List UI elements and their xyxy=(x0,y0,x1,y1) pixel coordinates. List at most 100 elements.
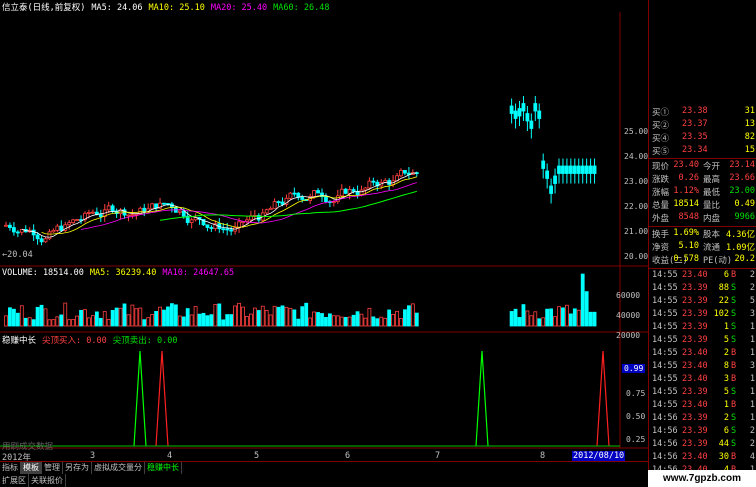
candle-body xyxy=(339,188,344,197)
extension-tab[interactable]: 扩展区 xyxy=(0,474,29,487)
volume-bar xyxy=(304,302,309,327)
candle-body xyxy=(130,214,135,217)
candle-body xyxy=(553,175,557,184)
stat-value: 23.40 xyxy=(673,160,699,170)
volume-bar xyxy=(391,313,396,327)
trade-volume: 44 xyxy=(718,439,729,449)
indicator-axis-label: 0.99 xyxy=(622,364,646,373)
candle-body xyxy=(110,205,115,212)
price-axis-label: 21.00 xyxy=(624,227,649,236)
stat-value: 1.09亿 xyxy=(726,243,755,253)
volume-bar xyxy=(375,318,380,327)
trade-time: 14:56 xyxy=(652,426,678,436)
trade-direction: B xyxy=(731,348,737,358)
volume-bar xyxy=(252,307,257,327)
ma60-label: MA60: 26.48 xyxy=(273,3,330,13)
volume-bar xyxy=(288,307,293,327)
trade-volume: 102 xyxy=(713,309,729,319)
stat-label: 净资 xyxy=(652,243,670,253)
volume-bar xyxy=(363,317,368,327)
trade-time: 14:55 xyxy=(652,322,678,332)
volume-bar xyxy=(300,306,305,327)
volume-bar xyxy=(118,307,123,327)
trade-time: 14:55 xyxy=(652,296,678,306)
volume-bar xyxy=(229,314,234,327)
volume-bar xyxy=(31,319,36,327)
trade-count: 2 xyxy=(749,426,755,436)
volume-ma5-label: MA5: 36239.40 xyxy=(89,268,157,278)
candle-body xyxy=(403,170,407,174)
stat-value: 1.12% xyxy=(673,186,699,196)
candle-body xyxy=(513,110,518,119)
trade-price: 23.39 xyxy=(682,309,708,319)
trade-price: 23.39 xyxy=(682,283,708,293)
candle-body xyxy=(15,231,20,234)
trade-price: 23.39 xyxy=(682,439,708,449)
volume-bar xyxy=(517,317,522,327)
volume-bar xyxy=(541,317,546,327)
date-axis-label: 7 xyxy=(435,451,441,461)
date-axis-label: 4 xyxy=(167,451,173,461)
trade-count: 3 xyxy=(749,309,755,319)
candle-body xyxy=(150,203,155,210)
volume-bar xyxy=(399,318,403,327)
candle-body xyxy=(568,165,573,174)
volume-bar xyxy=(79,309,83,327)
trade-time: 14:55 xyxy=(652,387,678,397)
trade-price: 23.40 xyxy=(682,452,708,462)
candle-body xyxy=(134,213,139,216)
volume-bar xyxy=(553,316,557,327)
volume-bar xyxy=(39,304,44,327)
volume-bar xyxy=(339,316,344,327)
trade-time: 14:55 xyxy=(652,270,678,280)
trade-volume: 2 xyxy=(723,348,729,358)
candle-body xyxy=(367,180,372,189)
trade-volume: 5 xyxy=(723,335,729,345)
candle-body xyxy=(572,165,577,174)
stat-label: 量比 xyxy=(703,201,721,211)
date-axis-label: 8 xyxy=(540,451,546,461)
trade-price: 23.40 xyxy=(682,361,708,371)
indicator-tab[interactable]: 管理 xyxy=(42,462,63,474)
trade-direction: S xyxy=(731,335,737,345)
volume-bar xyxy=(521,304,526,327)
quote-row: 涨幅 1.12% 最低 23.00 xyxy=(649,186,756,199)
indicator-tab[interactable]: 虚拟成交量分 xyxy=(92,462,145,474)
stat-label: 现价 xyxy=(652,162,670,172)
volume-bar xyxy=(272,305,277,327)
candle-body xyxy=(565,165,569,174)
quote-row: 涨跌 0.26 最高 23.66 xyxy=(649,173,756,186)
quote-row: 14:55 23.40 2 B 1 xyxy=(649,348,756,361)
stat-label: 流通 xyxy=(703,243,721,253)
candle-body xyxy=(177,210,182,213)
quote-row: 14:55 23.40 1 B 1 xyxy=(649,400,756,413)
stat-label: 最低 xyxy=(703,188,721,198)
volume-bar xyxy=(414,312,419,327)
volume-bar xyxy=(83,309,87,327)
candle-body xyxy=(580,165,585,174)
volume-bar xyxy=(134,308,139,327)
volume-bar xyxy=(308,317,313,327)
indicator-tab[interactable]: 稳赚中长 xyxy=(145,462,182,474)
volume-bar xyxy=(410,303,415,327)
volume-bar xyxy=(241,306,245,327)
indicator-tab[interactable]: 模板 xyxy=(21,462,42,474)
divider xyxy=(649,158,756,159)
volume-axis-label: 20000 xyxy=(616,331,641,340)
trade-volume: 2 xyxy=(723,413,729,423)
indicator-tab[interactable]: 另存为 xyxy=(63,462,92,474)
volume-bar xyxy=(114,307,119,327)
indicator-tab[interactable]: 指标 xyxy=(0,462,21,474)
stat-label: 今开 xyxy=(703,162,721,172)
quote-row: 现价 23.40 今开 23.14 xyxy=(649,160,756,173)
volume-bar xyxy=(568,313,573,327)
extension-tab[interactable]: 关联报价 xyxy=(29,474,66,487)
volume-bar xyxy=(63,302,68,327)
chart-canvas[interactable] xyxy=(0,0,648,461)
price-axis-label: 23.00 xyxy=(624,177,649,186)
candle-body xyxy=(312,190,317,197)
volume-axis-label: 60000 xyxy=(616,291,641,300)
volume-bar xyxy=(102,311,107,327)
volume-bar xyxy=(181,316,186,327)
candle-body xyxy=(11,227,16,233)
